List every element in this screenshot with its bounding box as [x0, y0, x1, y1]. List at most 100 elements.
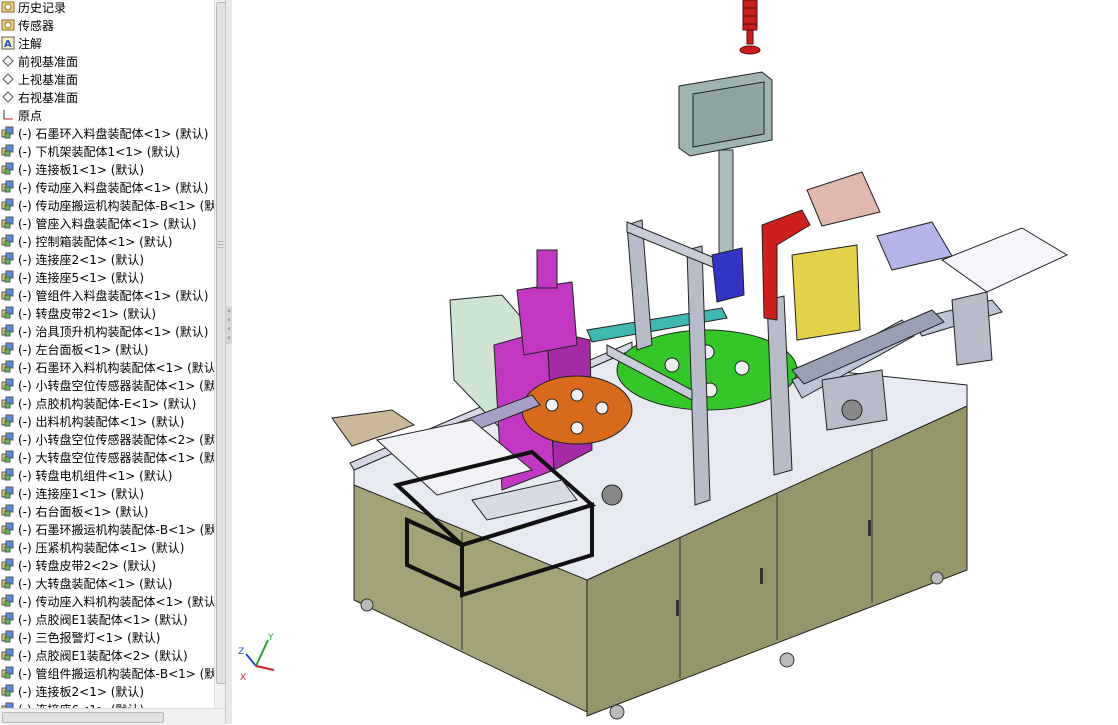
tree-item[interactable]: (-) 连接座6<1> (默认) — [0, 700, 214, 708]
graphics-viewport[interactable]: Y X Z — [232, 0, 1118, 724]
tree-item-label: (-) 管座入料盘装配体<1> (默认) — [18, 216, 197, 231]
assembly-icon — [1, 234, 15, 248]
assembly-icon — [1, 684, 15, 698]
tree-item[interactable]: (-) 石墨环搬运机构装配体-B<1> (默认) — [0, 520, 214, 538]
assembly-icon — [1, 180, 15, 194]
tree-item-label: (-) 管组件入料盘装配体<1> (默认) — [18, 288, 209, 303]
tree-item[interactable]: (-) 传动座入料盘装配体<1> (默认) — [0, 178, 214, 196]
tree-item[interactable]: (-) 石墨环入料机构装配体<1> (默认) — [0, 358, 214, 376]
tree-item[interactable]: 传感器 — [0, 16, 214, 34]
tree-item[interactable]: (-) 点胶阀E1装配体<1> (默认) — [0, 610, 214, 628]
tree-item[interactable]: (-) 转盘皮带2<2> (默认) — [0, 556, 214, 574]
assembly-icon — [1, 162, 15, 176]
tree-item[interactable]: (-) 控制箱装配体<1> (默认) — [0, 232, 214, 250]
triad-x-label: X — [240, 673, 246, 682]
tree-item[interactable]: (-) 点胶机构装配体-E<1> (默认) — [0, 394, 214, 412]
tree-item-label: (-) 下机架装配体1<1> (默认) — [18, 144, 181, 159]
tree-item[interactable]: (-) 转盘皮带2<1> (默认) — [0, 304, 214, 322]
tree-item[interactable]: (-) 连接板1<1> (默认) — [0, 160, 214, 178]
tree-item[interactable]: 前视基准面 — [0, 52, 214, 70]
origin-icon — [1, 108, 15, 122]
tree-item-label: (-) 连接座6<1> (默认) — [18, 701, 144, 709]
tree-item[interactable]: (-) 石墨环入料盘装配体<1> (默认) — [0, 124, 214, 142]
tree-item-label: (-) 三色报警灯<1> (默认) — [18, 630, 161, 645]
tree-item[interactable]: (-) 管组件搬运机构装配体-B<1> (默认) — [0, 664, 214, 682]
assembly-icon — [1, 324, 15, 338]
outfeed-tray — [940, 227, 1069, 366]
tree-horizontal-scroll-thumb[interactable] — [2, 712, 164, 723]
tree-item[interactable]: (-) 大转盘空位传感器装配体<1> (默认) — [0, 448, 214, 466]
tree-item-label: (-) 点胶机构装配体-E<1> (默认) — [18, 396, 197, 411]
triad-y-label: Y — [267, 633, 274, 643]
tree-item[interactable]: A 注解 — [0, 34, 214, 52]
tree-item-label: (-) 连接座1<1> (默认) — [18, 486, 145, 501]
assembly-icon — [1, 630, 15, 644]
tree-item[interactable]: (-) 小转盘空位传感器装配体<2> (默认) — [0, 430, 214, 448]
tree-item[interactable]: (-) 右台面板<1> (默认) — [0, 502, 214, 520]
plane-icon — [1, 90, 15, 104]
assembly-icon — [1, 450, 15, 464]
control-box — [678, 71, 773, 261]
tree-item[interactable]: (-) 转盘电机组件<1> (默认) — [0, 466, 214, 484]
assembly-icon — [1, 216, 15, 230]
tree-item[interactable]: (-) 连接座5<1> (默认) — [0, 268, 214, 286]
tree-item[interactable]: 上视基准面 — [0, 70, 214, 88]
tree-item[interactable]: (-) 压紧机构装配体<1> (默认) — [0, 538, 214, 556]
tree-item[interactable]: (-) 三色报警灯<1> (默认) — [0, 628, 214, 646]
tree-item[interactable]: (-) 下机架装配体1<1> (默认) — [0, 142, 214, 160]
assembly-icon — [1, 612, 15, 626]
assembly-icon — [1, 144, 15, 158]
tree-item[interactable]: (-) 治具顶升机构装配体<1> (默认) — [0, 322, 214, 340]
tree-item-label: (-) 连接板2<1> (默认) — [18, 684, 145, 699]
tree-item-label: (-) 连接板1<1> (默认) — [18, 162, 145, 177]
tree-item-label: (-) 左台面板<1> (默认) — [18, 342, 149, 357]
tree-item-label: (-) 转盘皮带2<1> (默认) — [18, 306, 157, 321]
tree-item[interactable]: (-) 连接板2<1> (默认) — [0, 682, 214, 700]
history-folder-icon — [1, 0, 15, 14]
tree-item-label: (-) 管组件搬运机构装配体-B<1> (默认) — [18, 666, 214, 681]
assembly-icon — [1, 360, 15, 374]
assembly-icon — [1, 126, 15, 140]
tree-item-label: (-) 点胶阀E1装配体<1> (默认) — [18, 612, 188, 627]
tree-item-label: 上视基准面 — [18, 72, 79, 87]
tree-item[interactable]: 原点 — [0, 106, 214, 124]
assembly-icon — [1, 486, 15, 500]
tree-item[interactable]: (-) 大转盘装配体<1> (默认) — [0, 574, 214, 592]
sensor-icon — [1, 18, 15, 32]
tree-item-label: (-) 治具顶升机构装配体<1> (默认) — [18, 324, 209, 339]
assembly-icon — [1, 558, 15, 572]
graphite-ring-turntable — [521, 375, 633, 445]
tree-item[interactable]: 历史记录 — [0, 0, 214, 16]
tree-item-label: (-) 小转盘空位传感器装配体<1> (默认) — [18, 378, 214, 393]
tree-item[interactable]: (-) 小转盘空位传感器装配体<1> (默认) — [0, 376, 214, 394]
assembly-icon — [1, 378, 15, 392]
tree-item[interactable]: (-) 连接座1<1> (默认) — [0, 484, 214, 502]
tree-item[interactable]: (-) 管座入料盘装配体<1> (默认) — [0, 214, 214, 232]
tree-horizontal-scrollbar[interactable] — [0, 708, 225, 725]
tree-item[interactable]: (-) 传动座入料机构装配体<1> (默认) — [0, 592, 214, 610]
tree-item-label: 右视基准面 — [18, 90, 79, 105]
assembly-icon — [1, 288, 15, 302]
assembly-icon — [1, 522, 15, 536]
annotation-icon: A — [1, 36, 15, 50]
tree-item-label: (-) 转盘电机组件<1> (默认) — [18, 468, 173, 483]
assembly-icon — [1, 252, 15, 266]
tree-item[interactable]: (-) 管组件入料盘装配体<1> (默认) — [0, 286, 214, 304]
tree-item-label: (-) 连接座2<1> (默认) — [18, 252, 145, 267]
tree-item[interactable]: (-) 传动座搬运机构装配体-B<1> (默认) — [0, 196, 214, 214]
tree-item-label: 传感器 — [18, 18, 55, 33]
tree-item[interactable]: (-) 左台面板<1> (默认) — [0, 340, 214, 358]
tree-item-label: 注解 — [18, 36, 43, 51]
assembly-icon — [1, 540, 15, 554]
tree-item-label: (-) 转盘皮带2<2> (默认) — [18, 558, 157, 573]
tree-item[interactable]: (-) 出料机构装配体<1> (默认) — [0, 412, 214, 430]
assembly-icon — [1, 342, 15, 356]
tree-item-label: (-) 大转盘装配体<1> (默认) — [18, 576, 173, 591]
rear-mechanisms — [711, 171, 953, 341]
tree-item-label: (-) 点胶阀E1装配体<2> (默认) — [18, 648, 188, 663]
triad-z-label: Z — [238, 647, 244, 657]
tree-item[interactable]: (-) 连接座2<1> (默认) — [0, 250, 214, 268]
tree-item[interactable]: (-) 点胶阀E1装配体<2> (默认) — [0, 646, 214, 664]
assembly-icon — [1, 594, 15, 608]
tree-item[interactable]: 右视基准面 — [0, 88, 214, 106]
